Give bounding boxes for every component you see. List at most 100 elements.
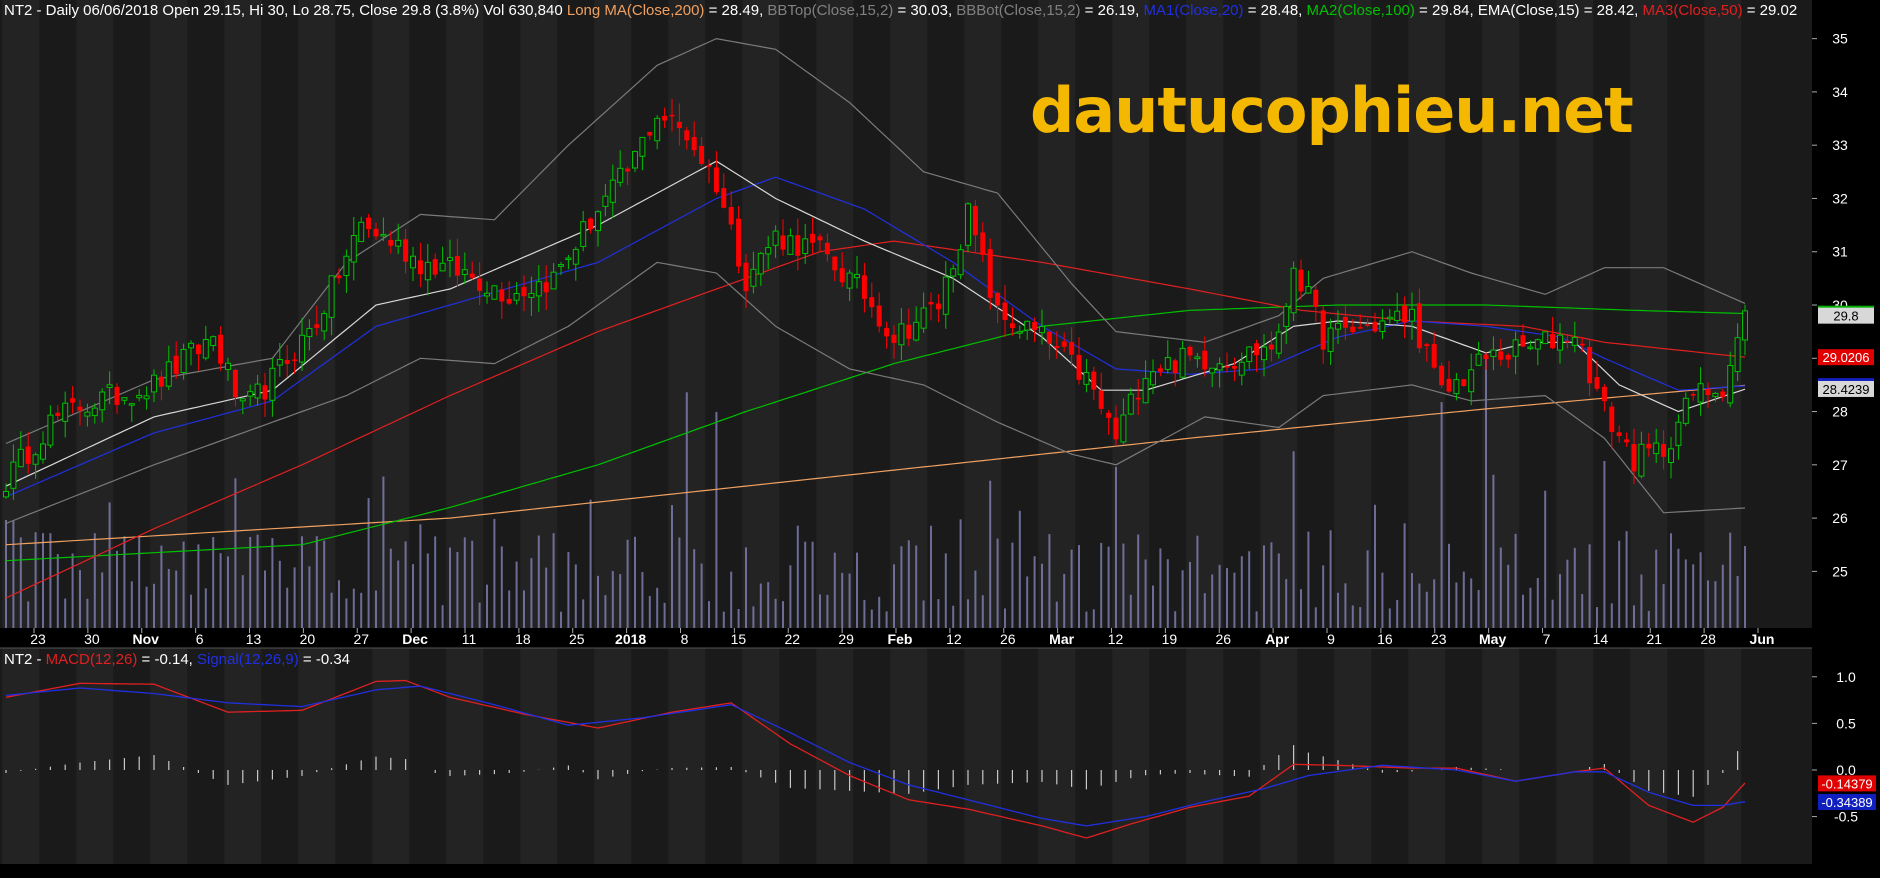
volume-bar <box>175 570 178 628</box>
volume-bar <box>360 592 363 628</box>
volume-bar <box>1070 549 1073 628</box>
volume-bar <box>1388 608 1391 628</box>
candle-body-up <box>461 269 468 275</box>
candle-body-down <box>691 137 697 151</box>
volume-bar <box>138 536 141 628</box>
candle-body-up <box>1179 347 1186 378</box>
candle-body-down <box>284 360 290 364</box>
candle-body-down <box>499 289 505 302</box>
candle-body-down <box>906 324 912 339</box>
volume-bar <box>1625 531 1628 628</box>
candle-body-up <box>1409 308 1415 322</box>
candle-body-down <box>1342 316 1348 328</box>
macd-week-band <box>1630 648 1668 864</box>
header-segment: = 28.48, <box>1244 2 1307 19</box>
candle-body-down <box>824 242 830 255</box>
candle-body-up <box>1542 331 1549 345</box>
candle-body-up <box>484 292 490 297</box>
candle-body-up <box>47 414 54 446</box>
volume-bar <box>1196 535 1199 628</box>
macd-week-band <box>1186 648 1224 864</box>
candle-body-down <box>1032 322 1038 330</box>
date-tick-label: May <box>1479 631 1506 647</box>
candle-body-up <box>247 391 254 397</box>
candle-body-up <box>965 203 971 246</box>
volume-bar <box>1736 576 1739 628</box>
volume-bar <box>1551 599 1554 628</box>
candle-body-up <box>1453 379 1460 395</box>
volume-bar <box>693 549 696 628</box>
candle-body-up <box>1527 346 1534 350</box>
volume-bar <box>1344 583 1347 628</box>
candle-body-up <box>898 323 905 346</box>
candle-body-up <box>1379 320 1386 333</box>
volume-bar <box>848 573 851 628</box>
volume-bar <box>1174 611 1177 628</box>
volume-bar <box>1115 466 1117 628</box>
volume-bar <box>789 565 792 628</box>
volume-bar <box>182 541 185 628</box>
candle <box>965 202 971 253</box>
volume-bar <box>648 596 651 628</box>
macd-week-band <box>2 648 40 864</box>
candle-body-up <box>1475 353 1482 366</box>
volume-bar <box>301 536 303 628</box>
volume-bar <box>389 548 392 628</box>
volume-bar <box>293 567 296 628</box>
volume-bar <box>1492 474 1495 628</box>
volume-bar <box>530 558 533 628</box>
volume-bar <box>841 572 844 628</box>
candle-body-up <box>913 321 920 341</box>
candle-body-down <box>417 260 423 275</box>
volume-bar <box>759 583 762 628</box>
week-band <box>446 0 484 628</box>
week-band <box>742 0 780 628</box>
volume-bar <box>1314 607 1317 628</box>
macd-week-band <box>1408 648 1446 864</box>
volume-bar <box>1507 564 1510 628</box>
header-segment: Long MA(Close,200) <box>567 2 705 19</box>
date-tick-label: 25 <box>569 631 585 647</box>
price-tick-label: 34 <box>1832 84 1848 100</box>
candle-body-down <box>373 228 379 237</box>
candle-body-up <box>595 211 601 232</box>
candle-body-down <box>70 398 76 403</box>
macd-week-band <box>742 648 780 864</box>
candle-body-down <box>469 273 475 278</box>
volume-bar <box>1670 533 1672 628</box>
volume-bar <box>441 605 444 628</box>
volume-bar <box>1647 610 1650 628</box>
candle-body-down <box>114 386 120 405</box>
candle-body-down <box>891 334 897 343</box>
candle-body-up <box>1194 356 1201 360</box>
candle-body-up <box>491 285 498 300</box>
date-tick-label: 11 <box>462 631 477 647</box>
candle-body-up <box>565 257 572 261</box>
week-band <box>816 0 854 628</box>
price-tick-label: 33 <box>1832 137 1848 153</box>
candle-body-down <box>972 205 978 236</box>
candle-body-down <box>1268 344 1274 350</box>
volume-bar <box>552 533 555 628</box>
volume-bar <box>456 551 459 628</box>
date-tick-label: Feb <box>888 631 913 647</box>
volume-bar <box>1159 548 1162 628</box>
volume-bar <box>1092 609 1095 628</box>
date-tick-label: 12 <box>946 631 962 647</box>
macd-week-band <box>1112 648 1150 864</box>
candle-body-down <box>684 130 690 141</box>
volume-bar <box>471 540 474 628</box>
candle-body-down <box>1631 444 1637 472</box>
date-tick-label: 30 <box>84 631 100 647</box>
candle-body-down <box>1224 366 1230 368</box>
chart-canvas[interactable]: dautucophieu.net NT2 - Daily 06/06/2018 … <box>0 0 1880 878</box>
volume-bar <box>500 546 503 628</box>
candle-body-up <box>787 235 794 255</box>
volume-bar <box>271 538 274 628</box>
candle-body-down <box>292 359 298 362</box>
volume-bar <box>915 545 918 628</box>
header-segment: = -0.14, <box>137 651 197 668</box>
macd-week-band <box>1482 648 1520 864</box>
candle-body-up <box>1335 322 1341 330</box>
candle-body-down <box>1424 344 1430 347</box>
